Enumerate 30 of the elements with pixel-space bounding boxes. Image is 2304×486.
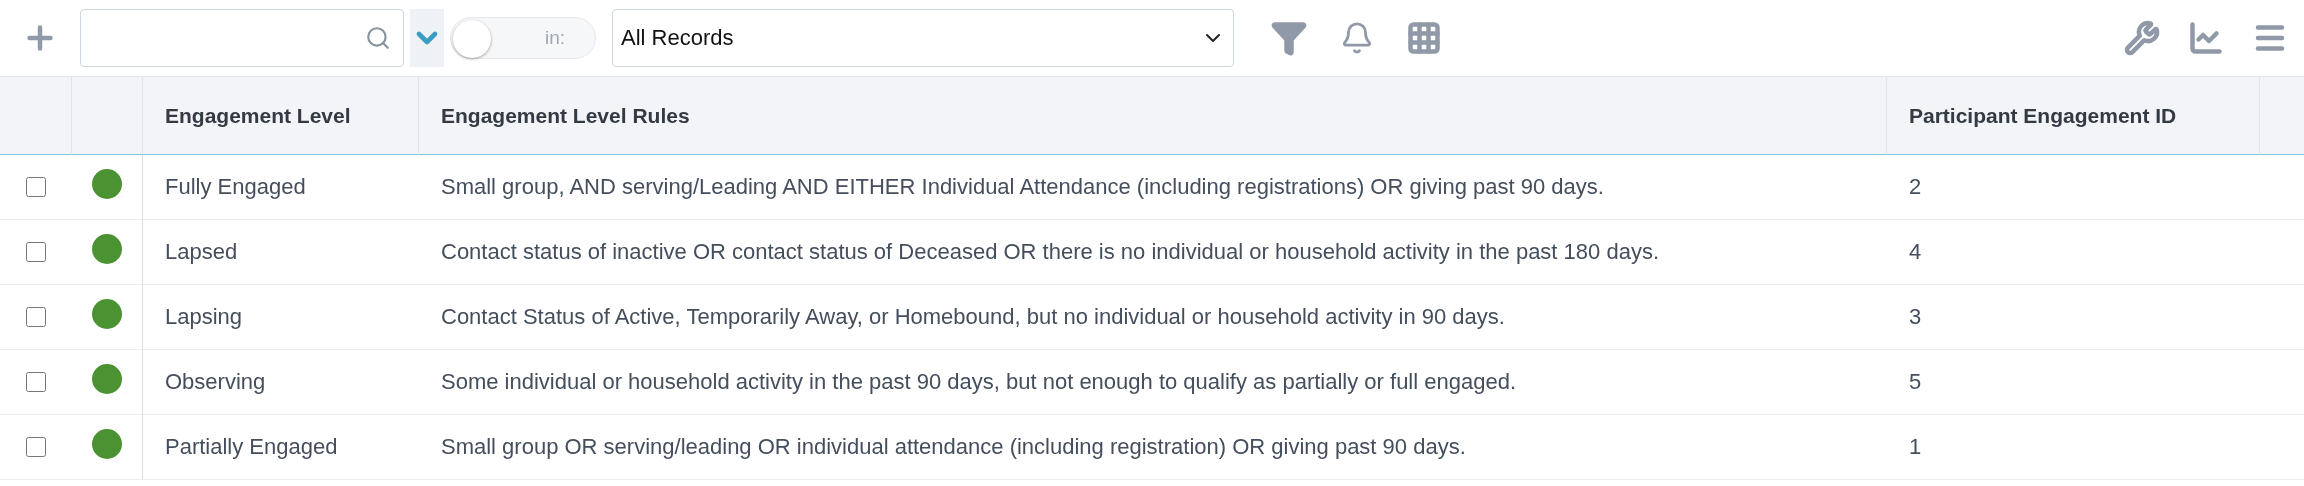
search-icon <box>365 25 391 51</box>
expand-button[interactable] <box>410 9 444 67</box>
table-cell: Partially Engaged <box>165 434 338 460</box>
table-cell: 3 <box>1909 304 1922 330</box>
table-cell: 4 <box>1909 239 1922 265</box>
grid-icon <box>1406 20 1442 56</box>
table-cell: 2 <box>1909 174 1922 200</box>
table-cell: Observing <box>165 369 266 395</box>
column-header[interactable]: Engagement Level Rules <box>441 103 690 128</box>
filter-icon <box>1270 19 1308 57</box>
table-cell: Small group OR serving/leading OR individual attendance (including registration) OR giving past 90 days. <box>441 434 1466 460</box>
table-cell: Contact Status of Active, Temporarily Away, or Homebound, but no individual or household activity in 90 days. <box>441 304 1505 330</box>
row-checkbox[interactable] <box>26 307 46 327</box>
row-checkbox[interactable] <box>26 242 46 262</box>
row-checkbox[interactable] <box>26 372 46 392</box>
table-cell: Fully Engaged <box>165 174 306 200</box>
table-cell: Lapsing <box>165 304 243 330</box>
table-cell: Some individual or household activity in the past 90 days, but not enough to qualify as partially or full engaged. <box>441 369 1516 395</box>
row-checkbox[interactable] <box>26 177 46 197</box>
table-cell: 1 <box>1909 434 1922 460</box>
table-cell: Contact status of inactive OR contact status of Deceased OR there is no individual or household activity in the past 180 days. <box>441 239 1659 265</box>
table-cell: Small group, AND serving/Leading AND EITHER Individual Attendance (including registrations) OR giving past 90 days. <box>441 174 1604 200</box>
row-checkbox[interactable] <box>26 437 46 457</box>
bell-icon <box>1340 21 1374 55</box>
table-cell: 5 <box>1909 369 1922 395</box>
wrench-icon <box>2124 20 2160 56</box>
search-field[interactable] <box>80 9 404 67</box>
view-select[interactable]: All Records <box>612 9 1234 67</box>
line-chart-icon <box>2188 20 2224 56</box>
table-cell: Lapsed <box>165 239 238 265</box>
